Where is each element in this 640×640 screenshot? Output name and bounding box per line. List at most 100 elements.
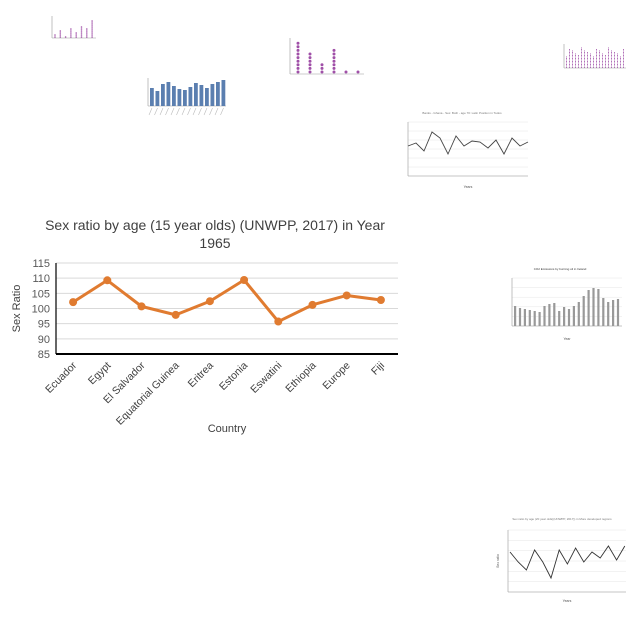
thumb4-dot bbox=[578, 67, 579, 68]
thumbnail-chart-5-svg: Years bbox=[407, 121, 529, 189]
thumb2-tick-label bbox=[176, 107, 180, 116]
thumb4-dot bbox=[572, 67, 573, 68]
thumb4-dot bbox=[611, 67, 612, 68]
y-tick-label: 105 bbox=[32, 288, 50, 300]
x-tick-label: Estonia bbox=[217, 360, 250, 393]
thumb4-dot bbox=[623, 62, 624, 64]
thumb4-dot bbox=[581, 61, 582, 62]
x-axis-title: Country bbox=[208, 423, 247, 435]
thumb4-dot bbox=[569, 49, 570, 50]
thumb4-dot bbox=[566, 62, 567, 64]
thumb4-dot bbox=[611, 56, 612, 58]
data-point bbox=[308, 300, 317, 309]
thumb4-dot bbox=[599, 67, 600, 68]
thumb4-dot bbox=[593, 59, 594, 61]
thumb4-dot bbox=[602, 58, 603, 59]
thumb4-dot bbox=[584, 50, 585, 52]
thumb4-dot bbox=[623, 53, 624, 55]
thumb4-dot bbox=[617, 64, 618, 65]
data-point bbox=[137, 302, 146, 311]
thumb2-tick-label bbox=[192, 107, 197, 116]
thumb4-dot bbox=[584, 61, 585, 62]
thumb4-dot bbox=[572, 55, 573, 56]
x-tick-label: Eritrea bbox=[186, 360, 216, 390]
thumb4-dot bbox=[611, 55, 612, 56]
thumb4-dot bbox=[596, 65, 597, 67]
thumbnail-chart-3 bbox=[280, 32, 366, 86]
thumb2-bar bbox=[210, 84, 215, 106]
thumbnail-chart-7-title: Sex ratio by age (20 year olds)(UNWPP, 2… bbox=[512, 517, 612, 521]
thumb1-dot bbox=[70, 34, 72, 36]
thumb4-dot bbox=[599, 53, 600, 55]
thumb4-dot bbox=[611, 64, 612, 65]
thumbnail-chart-2-svg bbox=[147, 78, 226, 116]
y-tick-label: 110 bbox=[32, 273, 50, 285]
thumb4-dot bbox=[617, 62, 618, 64]
thumb4-dot bbox=[587, 59, 588, 61]
thumb4-dot bbox=[581, 64, 582, 65]
thumb3-dot bbox=[320, 70, 324, 74]
thumb4-dot bbox=[620, 56, 621, 58]
thumb1-dot bbox=[86, 30, 88, 32]
data-point bbox=[376, 296, 385, 305]
thumb4-dot bbox=[623, 59, 624, 61]
thumb4-dot bbox=[602, 62, 603, 64]
thumb2-bar bbox=[161, 84, 165, 106]
thumb4-dot bbox=[617, 67, 618, 68]
thumbnail-chart-5: Banks - Ghana - Sex: Both - age 70: Lati… bbox=[392, 110, 532, 192]
thumb4-dot bbox=[599, 52, 600, 53]
thumb4-dot bbox=[608, 56, 609, 58]
thumb4-dot bbox=[575, 55, 576, 56]
thumb4-dot bbox=[605, 67, 606, 68]
thumb3-dot bbox=[296, 59, 300, 63]
thumb4-dot bbox=[569, 61, 570, 62]
thumb4-dot bbox=[569, 59, 570, 61]
thumb3-dot bbox=[332, 70, 336, 74]
thumb4-dot bbox=[581, 67, 582, 68]
thumb1-dot bbox=[86, 36, 88, 38]
thumb3-dot bbox=[332, 52, 336, 56]
y-tick-label: 100 bbox=[32, 304, 50, 316]
thumb1-dot bbox=[80, 28, 83, 30]
thumb3-dot bbox=[356, 70, 360, 74]
thumb4-dot bbox=[602, 61, 603, 62]
thumb3-dot bbox=[308, 56, 312, 60]
thumb4-dot bbox=[584, 52, 585, 53]
thumb4-dot bbox=[587, 64, 588, 65]
thumb6-bar bbox=[518, 308, 522, 326]
thumbnail-chart-1 bbox=[42, 10, 98, 42]
thumb2-tick-label bbox=[187, 107, 191, 116]
thumb4-dot bbox=[584, 58, 585, 59]
thumb4-dot bbox=[593, 58, 594, 59]
thumb4-dot bbox=[602, 65, 603, 67]
thumb2-bar bbox=[172, 86, 176, 106]
thumb4-dot bbox=[587, 62, 588, 64]
thumb1-dot bbox=[86, 34, 88, 36]
thumb2-tick-label bbox=[214, 107, 219, 116]
thumb6-bar bbox=[563, 307, 566, 326]
thumb4-dot bbox=[620, 65, 621, 67]
thumb4-dot bbox=[581, 59, 582, 61]
thumb2-tick-label bbox=[203, 107, 208, 116]
thumb1-dot bbox=[70, 36, 72, 38]
thumb4-dot bbox=[602, 56, 603, 58]
thumb4-dot bbox=[623, 64, 624, 65]
thumb6-bar bbox=[587, 290, 590, 326]
thumb3-dot bbox=[308, 70, 312, 74]
chart-title: Sex ratio by age (15 year olds) (UNWPP, … bbox=[45, 217, 385, 251]
thumb4-dot bbox=[569, 58, 570, 59]
thumbnail-chart-4 bbox=[560, 40, 628, 76]
thumb4-dot bbox=[584, 67, 585, 68]
thumb1-dot bbox=[54, 34, 56, 36]
x-tick-label: Ethiopia bbox=[283, 360, 318, 395]
x-tick-label: Equatorial Guinea bbox=[114, 360, 182, 428]
thumb1-dot bbox=[91, 22, 93, 24]
thumb4-dot bbox=[596, 52, 597, 53]
thumb4-dot bbox=[617, 56, 618, 58]
thumb4-dot bbox=[569, 56, 570, 58]
thumb4-dot bbox=[572, 59, 573, 61]
thumb4-dot bbox=[602, 64, 603, 65]
thumb4-dot bbox=[575, 61, 576, 62]
thumb3-dot bbox=[320, 66, 324, 70]
thumb1-dot bbox=[91, 24, 93, 26]
